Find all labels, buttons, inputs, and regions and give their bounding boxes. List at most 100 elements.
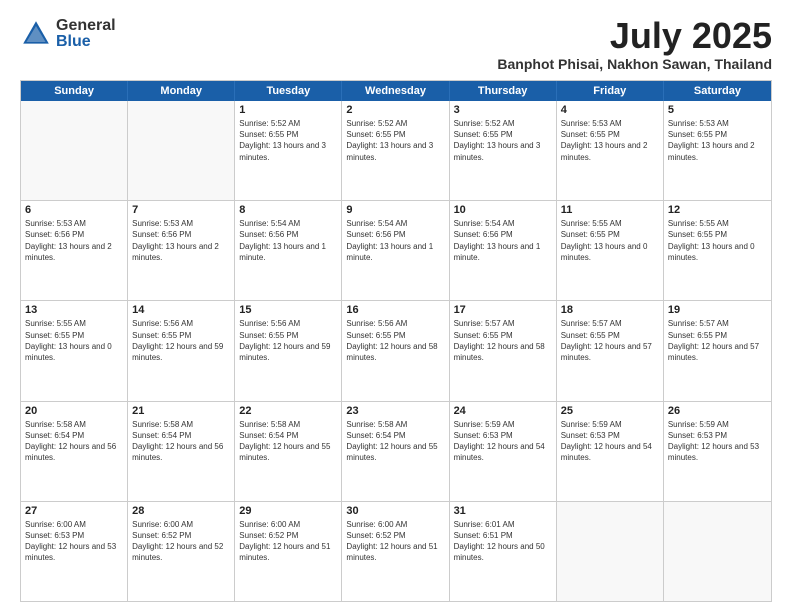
- cal-cell: 8Sunrise: 5:54 AMSunset: 6:56 PMDaylight…: [235, 201, 342, 300]
- cell-info: Sunrise: 5:53 AMSunset: 6:55 PMDaylight:…: [561, 118, 659, 163]
- location: Banphot Phisai, Nakhon Sawan, Thailand: [497, 56, 772, 72]
- day-number: 9: [346, 204, 444, 216]
- cal-cell: 2Sunrise: 5:52 AMSunset: 6:55 PMDaylight…: [342, 101, 449, 200]
- day-header-sunday: Sunday: [21, 81, 128, 101]
- cell-info: Sunrise: 6:00 AMSunset: 6:52 PMDaylight:…: [346, 519, 444, 564]
- day-number: 3: [454, 104, 552, 116]
- week-row-5: 27Sunrise: 6:00 AMSunset: 6:53 PMDayligh…: [21, 501, 771, 601]
- day-number: 29: [239, 505, 337, 517]
- cell-info: Sunrise: 5:54 AMSunset: 6:56 PMDaylight:…: [239, 218, 337, 263]
- day-number: 10: [454, 204, 552, 216]
- cal-cell: 25Sunrise: 5:59 AMSunset: 6:53 PMDayligh…: [557, 402, 664, 501]
- cell-info: Sunrise: 5:58 AMSunset: 6:54 PMDaylight:…: [25, 419, 123, 464]
- cell-info: Sunrise: 5:53 AMSunset: 6:56 PMDaylight:…: [132, 218, 230, 263]
- cal-cell: 12 Sunrise: 5:55 AMSunset: 6:55 PMDayligh…: [664, 201, 771, 300]
- calendar-header: SundayMondayTuesdayWednesdayThursdayFrid…: [21, 81, 771, 101]
- logo-icon: [20, 18, 52, 50]
- day-number: 5: [668, 104, 767, 116]
- cal-cell: 24Sunrise: 5:59 AMSunset: 6:53 PMDayligh…: [450, 402, 557, 501]
- day-header-monday: Monday: [128, 81, 235, 101]
- cell-info: Sunrise: 5:59 AMSunset: 6:53 PMDaylight:…: [668, 419, 767, 464]
- cell-info: Sunrise: 5:57 AMSunset: 6:55 PMDaylight:…: [561, 318, 659, 363]
- day-header-friday: Friday: [557, 81, 664, 101]
- day-header-saturday: Saturday: [664, 81, 771, 101]
- cell-info: Sunrise: 5:56 AMSunset: 6:55 PMDaylight:…: [346, 318, 444, 363]
- cal-cell: 3 Sunrise: 5:52 AMSunset: 6:55 PMDaylight…: [450, 101, 557, 200]
- cell-info: Sunrise: 5:55 AMSunset: 6:55 PMDaylight:…: [561, 218, 659, 263]
- cell-info: Sunrise: 5:54 AMSunset: 6:56 PMDaylight:…: [346, 218, 444, 263]
- cal-cell: [21, 101, 128, 200]
- cell-info: Sunrise: 5:58 AMSunset: 6:54 PMDaylight:…: [239, 419, 337, 464]
- cal-cell: [128, 101, 235, 200]
- calendar-body: 1 Sunrise: 5:52 AMSunset: 6:55 PMDaylight…: [21, 101, 771, 601]
- day-number: 15: [239, 304, 337, 316]
- cell-info: Sunrise: 5:58 AMSunset: 6:54 PMDaylight:…: [346, 419, 444, 464]
- cal-cell: 16Sunrise: 5:56 AMSunset: 6:55 PMDayligh…: [342, 301, 449, 400]
- cell-info: Sunrise: 5:55 AMSunset: 6:55 PMDaylight:…: [668, 218, 767, 263]
- cal-cell: 11 Sunrise: 5:55 AMSunset: 6:55 PMDayligh…: [557, 201, 664, 300]
- week-row-2: 6 Sunrise: 5:53 AMSunset: 6:56 PMDaylight…: [21, 200, 771, 300]
- day-number: 12: [668, 204, 767, 216]
- cell-info: Sunrise: 5:52 AMSunset: 6:55 PMDaylight:…: [454, 118, 552, 163]
- cell-info: Sunrise: 5:53 AMSunset: 6:55 PMDaylight:…: [668, 118, 767, 163]
- day-number: 19: [668, 304, 767, 316]
- cal-cell: 1 Sunrise: 5:52 AMSunset: 6:55 PMDaylight…: [235, 101, 342, 200]
- cal-cell: 23 Sunrise: 5:58 AMSunset: 6:54 PMDayligh…: [342, 402, 449, 501]
- day-number: 26: [668, 405, 767, 417]
- cal-cell: 19Sunrise: 5:57 AMSunset: 6:55 PMDayligh…: [664, 301, 771, 400]
- cal-cell: [664, 502, 771, 601]
- title-block: July 2025 Banphot Phisai, Nakhon Sawan, …: [497, 18, 772, 72]
- day-number: 4: [561, 104, 659, 116]
- cal-cell: [557, 502, 664, 601]
- cell-info: Sunrise: 6:01 AMSunset: 6:51 PMDaylight:…: [454, 519, 552, 564]
- cell-info: Sunrise: 5:56 AMSunset: 6:55 PMDaylight:…: [239, 318, 337, 363]
- day-number: 7: [132, 204, 230, 216]
- logo-blue-text: Blue: [56, 34, 116, 50]
- cal-cell: 5 Sunrise: 5:53 AMSunset: 6:55 PMDaylight…: [664, 101, 771, 200]
- cal-cell: 14 Sunrise: 5:56 AMSunset: 6:55 PMDayligh…: [128, 301, 235, 400]
- day-number: 13: [25, 304, 123, 316]
- day-number: 23: [346, 405, 444, 417]
- page: General Blue July 2025 Banphot Phisai, N…: [0, 0, 792, 612]
- logo: General Blue: [20, 18, 116, 50]
- cal-cell: 21Sunrise: 5:58 AMSunset: 6:54 PMDayligh…: [128, 402, 235, 501]
- cal-cell: 30 Sunrise: 6:00 AMSunset: 6:52 PMDayligh…: [342, 502, 449, 601]
- day-number: 28: [132, 505, 230, 517]
- cell-info: Sunrise: 6:00 AMSunset: 6:53 PMDaylight:…: [25, 519, 123, 564]
- day-header-thursday: Thursday: [450, 81, 557, 101]
- cell-info: Sunrise: 5:52 AMSunset: 6:55 PMDaylight:…: [239, 118, 337, 163]
- cal-cell: 4 Sunrise: 5:53 AMSunset: 6:55 PMDaylight…: [557, 101, 664, 200]
- cell-info: Sunrise: 6:00 AMSunset: 6:52 PMDaylight:…: [132, 519, 230, 564]
- cell-info: Sunrise: 5:59 AMSunset: 6:53 PMDaylight:…: [561, 419, 659, 464]
- cal-cell: 27Sunrise: 6:00 AMSunset: 6:53 PMDayligh…: [21, 502, 128, 601]
- cell-info: Sunrise: 5:53 AMSunset: 6:56 PMDaylight:…: [25, 218, 123, 263]
- day-number: 1: [239, 104, 337, 116]
- cal-cell: 10Sunrise: 5:54 AMSunset: 6:56 PMDayligh…: [450, 201, 557, 300]
- cal-cell: 20 Sunrise: 5:58 AMSunset: 6:54 PMDayligh…: [21, 402, 128, 501]
- day-number: 14: [132, 304, 230, 316]
- cell-info: Sunrise: 5:55 AMSunset: 6:55 PMDaylight:…: [25, 318, 123, 363]
- week-row-4: 20 Sunrise: 5:58 AMSunset: 6:54 PMDayligh…: [21, 401, 771, 501]
- day-number: 17: [454, 304, 552, 316]
- cal-cell: 17 Sunrise: 5:57 AMSunset: 6:55 PMDayligh…: [450, 301, 557, 400]
- day-header-wednesday: Wednesday: [342, 81, 449, 101]
- day-number: 6: [25, 204, 123, 216]
- cal-cell: 15 Sunrise: 5:56 AMSunset: 6:55 PMDayligh…: [235, 301, 342, 400]
- day-number: 30: [346, 505, 444, 517]
- cal-cell: 29 Sunrise: 6:00 AMSunset: 6:52 PMDayligh…: [235, 502, 342, 601]
- logo-general: General: [56, 18, 116, 34]
- cal-cell: 18 Sunrise: 5:57 AMSunset: 6:55 PMDayligh…: [557, 301, 664, 400]
- cal-cell: 22Sunrise: 5:58 AMSunset: 6:54 PMDayligh…: [235, 402, 342, 501]
- day-number: 24: [454, 405, 552, 417]
- week-row-3: 13 Sunrise: 5:55 AMSunset: 6:55 PMDayligh…: [21, 300, 771, 400]
- cell-info: Sunrise: 6:00 AMSunset: 6:52 PMDaylight:…: [239, 519, 337, 564]
- calendar: SundayMondayTuesdayWednesdayThursdayFrid…: [20, 80, 772, 602]
- day-number: 18: [561, 304, 659, 316]
- day-number: 2: [346, 104, 444, 116]
- cell-info: Sunrise: 5:57 AMSunset: 6:55 PMDaylight:…: [454, 318, 552, 363]
- day-number: 20: [25, 405, 123, 417]
- day-number: 21: [132, 405, 230, 417]
- cell-info: Sunrise: 5:56 AMSunset: 6:55 PMDaylight:…: [132, 318, 230, 363]
- day-number: 11: [561, 204, 659, 216]
- week-row-1: 1 Sunrise: 5:52 AMSunset: 6:55 PMDaylight…: [21, 101, 771, 200]
